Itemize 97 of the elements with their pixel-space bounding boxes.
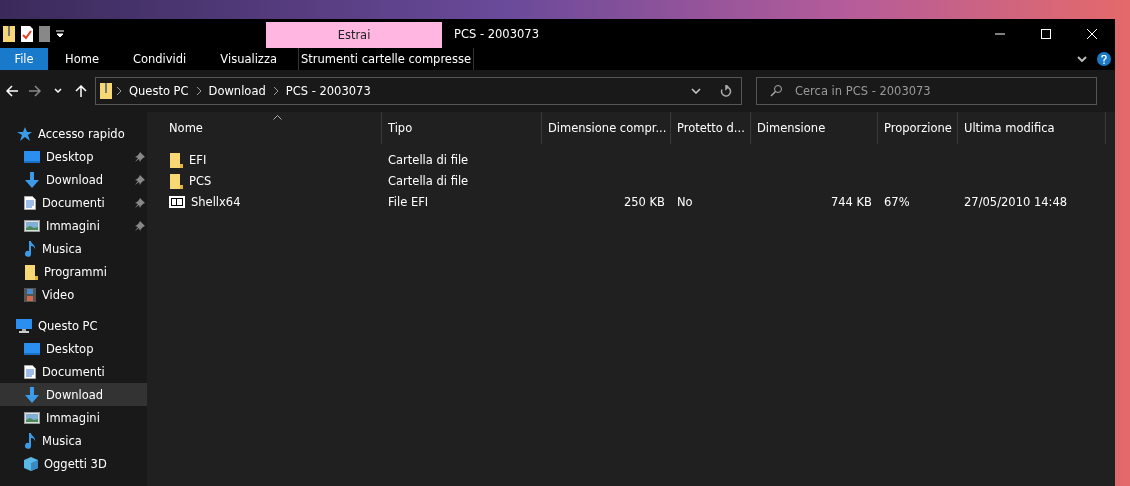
nav-item-label: Accesso rapido	[38, 126, 125, 141]
question-mark-icon	[1101, 54, 1107, 64]
file-name: Shellx64	[191, 194, 241, 209]
nav-item[interactable]: Video	[0, 283, 147, 306]
breadcrumb[interactable]: Questo PC	[126, 84, 192, 98]
column-header[interactable]: Ultima modifica	[958, 112, 1106, 144]
zip-folder-icon	[3, 25, 15, 42]
file-name: PCS	[189, 173, 212, 188]
search-field[interactable]: Cerca in PCS - 2003073	[756, 77, 1097, 105]
chevron-down-icon	[691, 88, 701, 94]
download-icon	[24, 171, 40, 188]
nav-item[interactable]: Desktop	[0, 145, 147, 168]
table-cell: File EFI	[388, 194, 429, 209]
maximize-icon	[1041, 28, 1051, 39]
up-arrow-icon	[74, 85, 87, 97]
nav-item[interactable]: Musica	[0, 237, 147, 260]
nav-item-label: Download	[46, 387, 104, 402]
document-icon	[24, 364, 36, 379]
star-icon	[16, 126, 32, 141]
left-arrow-icon	[5, 85, 18, 97]
music-note-icon	[24, 432, 36, 449]
chevron-icon	[195, 87, 202, 95]
chevron-icon	[116, 87, 122, 95]
nav-item-label: Documenti	[42, 195, 105, 210]
column-header[interactable]: Tipo	[382, 112, 542, 144]
desktop-icon	[24, 150, 40, 163]
address-bar[interactable]: Questo PC Download PCS - 2003073	[95, 77, 742, 105]
zip-folder-icon	[100, 83, 112, 99]
nav-item[interactable]: Download	[0, 168, 147, 191]
picture-icon	[24, 411, 40, 424]
document-icon	[24, 195, 36, 210]
nav-item[interactable]: Questo PC	[0, 314, 147, 337]
table-cell: 67%	[884, 194, 910, 209]
nav-item-label: Musica	[42, 241, 82, 256]
picture-icon	[24, 219, 40, 232]
music-note-icon	[24, 240, 36, 257]
context-group-label: Estrai	[266, 22, 442, 48]
close-icon	[1087, 28, 1097, 39]
nav-item[interactable]: Musica	[0, 429, 147, 452]
column-header[interactable]: Protetto d...	[671, 112, 751, 144]
nav-item-label: Questo PC	[38, 318, 98, 333]
nav-item-label: Oggetti 3D	[44, 456, 107, 471]
nav-item[interactable]: Accesso rapido	[0, 122, 147, 145]
table-cell: No	[677, 194, 693, 209]
chevron-icon	[272, 87, 279, 95]
refresh-icon	[720, 85, 732, 97]
breadcrumb[interactable]: PCS - 2003073	[282, 84, 374, 98]
nav-item[interactable]: Programmi	[0, 260, 147, 283]
ribbon-tab[interactable]: Home	[48, 48, 116, 70]
table-cell: Cartella di file	[388, 152, 469, 167]
sort-caret-icon	[273, 115, 282, 120]
nav-item[interactable]: Documenti	[0, 360, 147, 383]
nav-item-label: Programmi	[44, 264, 107, 279]
customize-caret-icon	[56, 29, 64, 38]
checked-document-icon	[21, 25, 33, 42]
nav-item-label: Video	[42, 287, 75, 302]
column-header[interactable]: Nome	[151, 112, 382, 144]
table-cell: 744 KB	[830, 194, 872, 209]
nav-item-label: Desktop	[46, 341, 94, 356]
cube-icon	[24, 456, 38, 471]
folder-icon	[24, 263, 38, 280]
table-cell: 250 KB	[623, 194, 665, 209]
chevron-down-icon	[1077, 56, 1087, 62]
file-name: EFI	[189, 152, 207, 167]
archive-icon	[169, 195, 185, 208]
folder-icon	[169, 151, 183, 168]
ribbon-tab[interactable]: Condividi	[115, 48, 204, 70]
table-cell: Cartella di file	[388, 173, 469, 188]
nav-item[interactable]: Documenti	[0, 191, 147, 214]
file-menu-tab[interactable]: File	[0, 48, 48, 70]
nav-item-label: Desktop	[46, 149, 94, 164]
nav-item-label: Documenti	[42, 364, 105, 379]
blank-document-icon	[39, 25, 50, 42]
film-icon	[24, 287, 36, 302]
desktop-icon	[24, 342, 40, 355]
nav-item[interactable]: Immagini	[0, 214, 147, 237]
column-header[interactable]: Dimensione compr...	[542, 112, 671, 144]
search-icon	[770, 85, 782, 97]
folder-icon	[169, 172, 183, 189]
download-icon	[24, 386, 40, 403]
table-cell: 27/05/2010 14:48	[964, 194, 1068, 209]
help-icon[interactable]	[1097, 52, 1111, 66]
nav-item[interactable]: Desktop	[0, 337, 147, 360]
nav-item[interactable]: Immagini	[0, 406, 147, 429]
nav-item[interactable]: Oggetti 3D	[0, 452, 147, 475]
breadcrumb[interactable]: Download	[205, 84, 269, 98]
nav-item-label: Download	[46, 172, 104, 187]
window-title: PCS - 2003073	[453, 25, 540, 43]
nav-item-label: Immagini	[46, 410, 100, 425]
nav-item-label: Immagini	[46, 218, 100, 233]
computer-icon	[16, 318, 32, 333]
column-header[interactable]: Dimensione	[751, 112, 878, 144]
nav-item[interactable]: Download	[0, 383, 147, 406]
ribbon-tab[interactable]: Visualizza	[203, 48, 294, 70]
right-arrow-icon	[28, 85, 41, 97]
nav-item-label: Musica	[42, 433, 82, 448]
column-header[interactable]: Proporzione	[878, 112, 958, 144]
